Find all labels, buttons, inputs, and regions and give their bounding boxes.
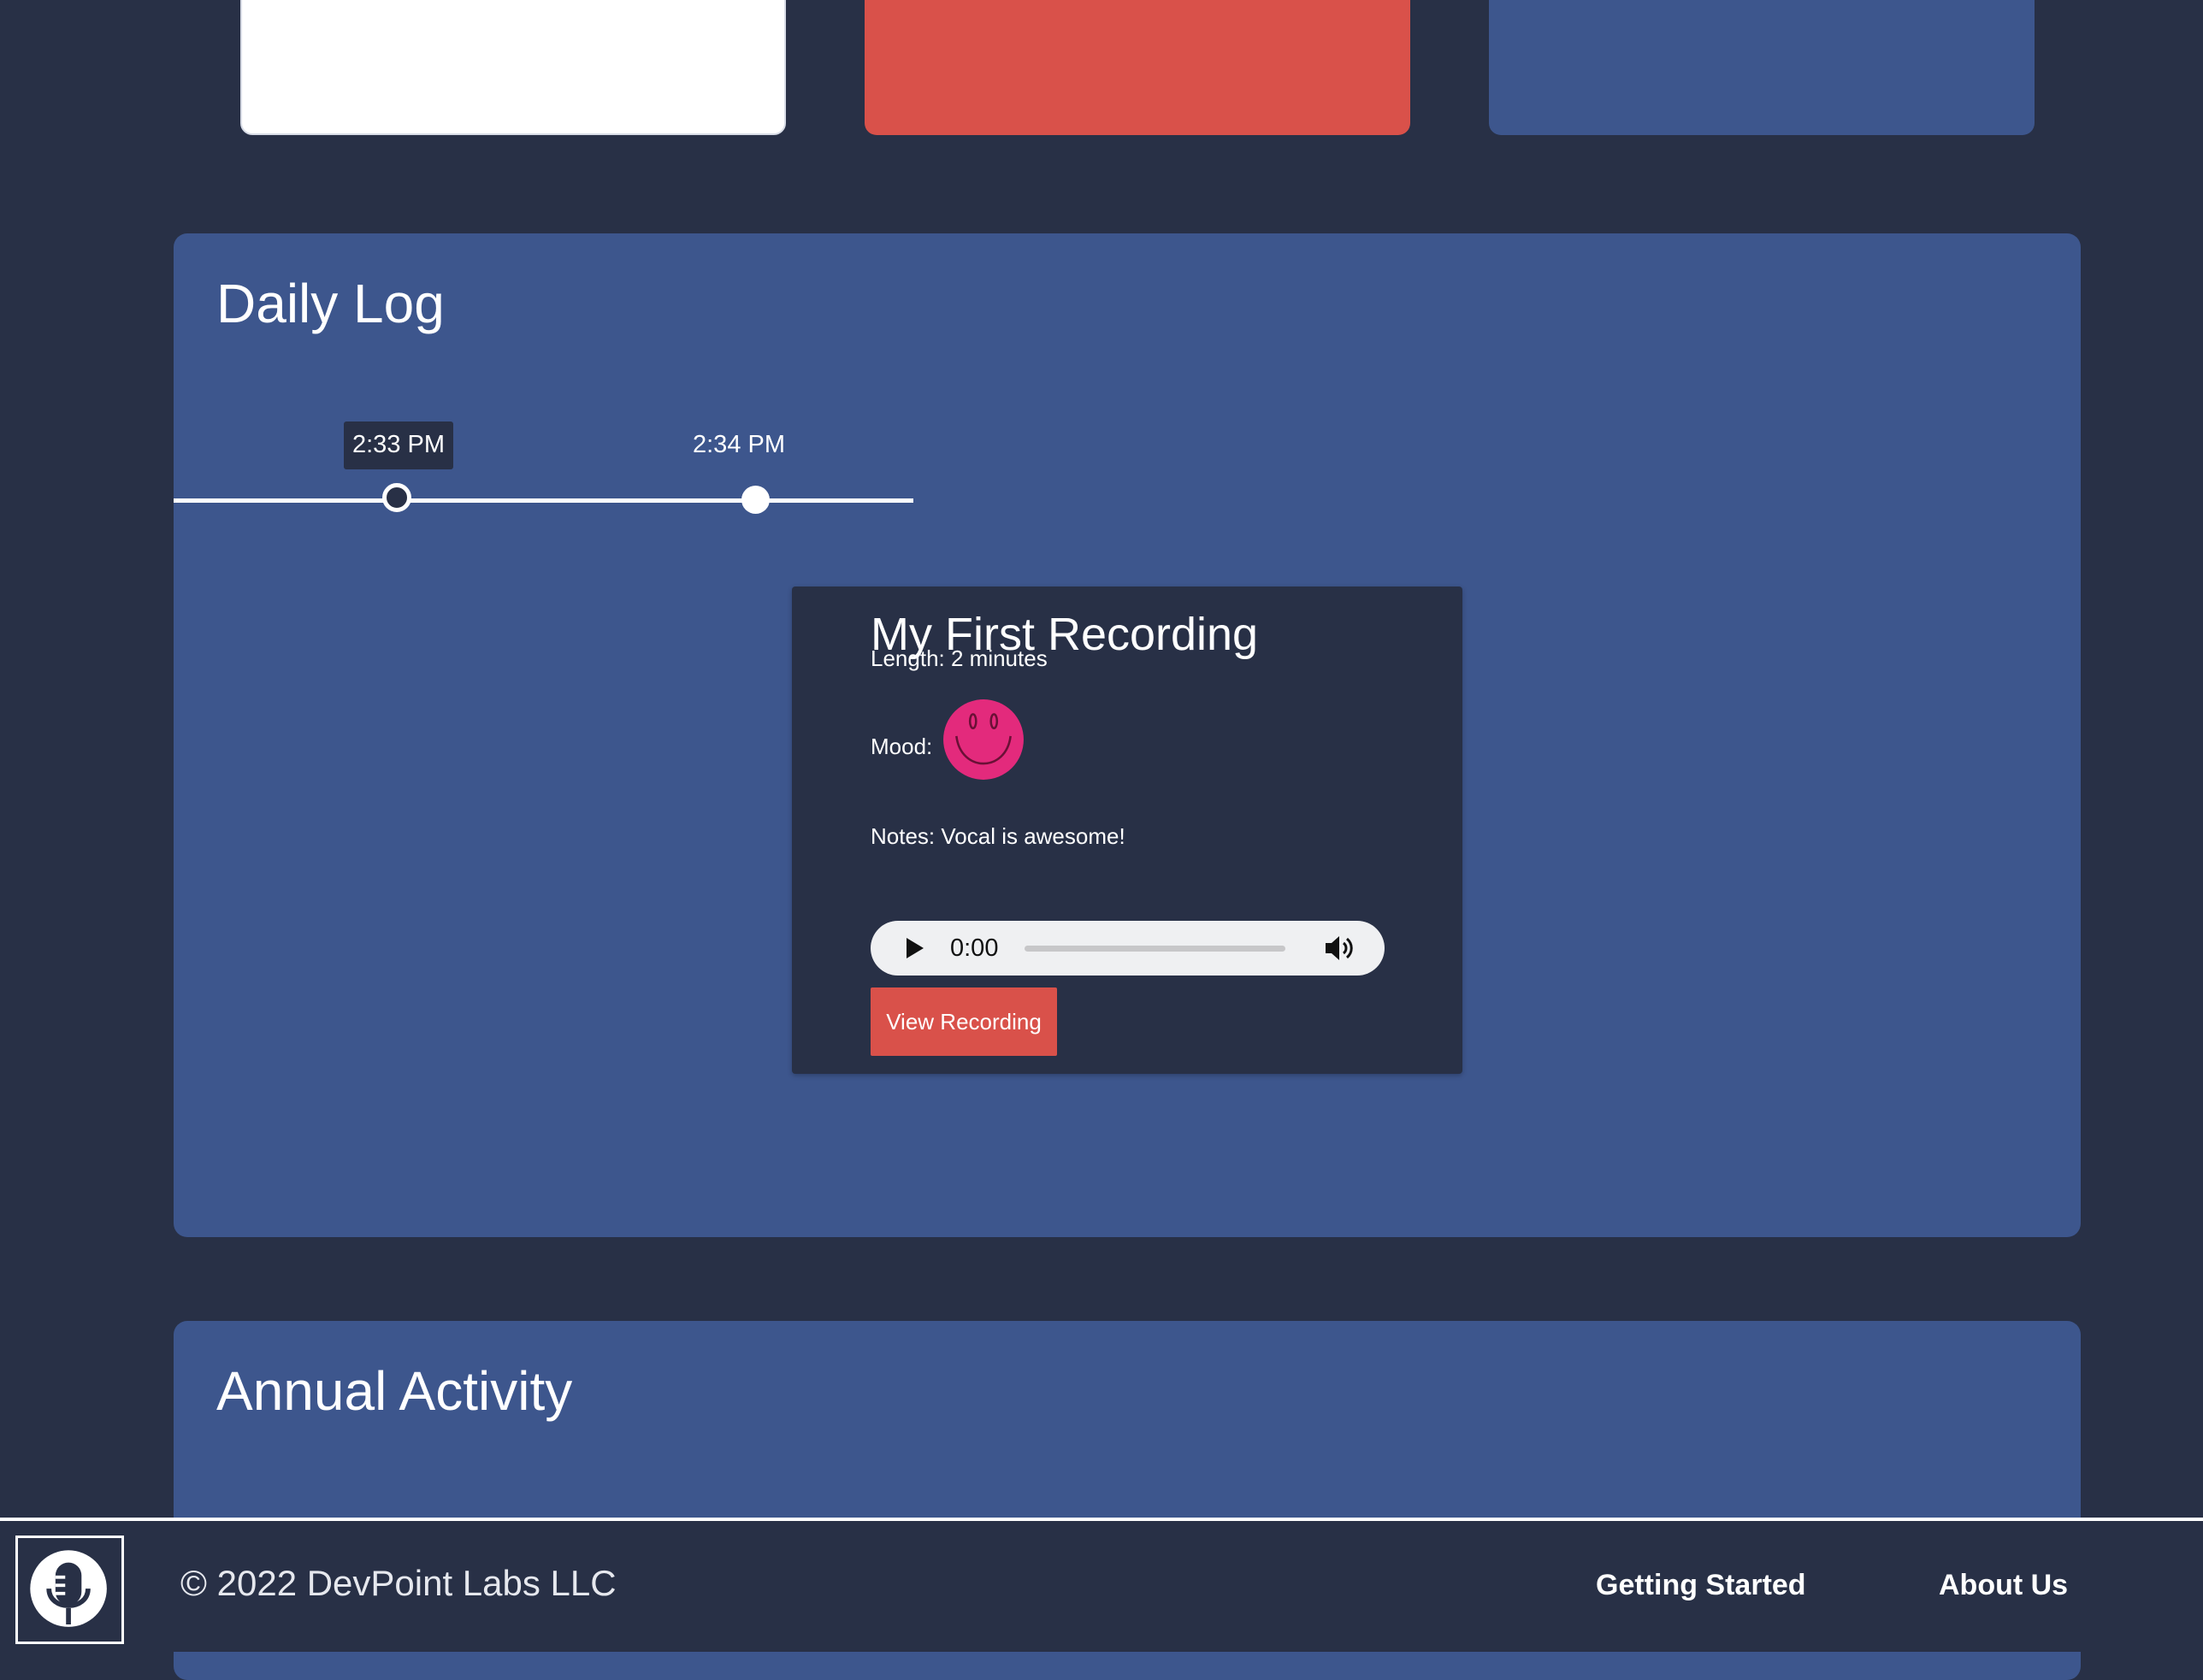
- play-icon[interactable]: [907, 938, 924, 958]
- microphone-icon: [30, 1550, 107, 1627]
- timeline-label[interactable]: 2:34 PM: [693, 433, 785, 457]
- footer-logo[interactable]: [15, 1536, 124, 1644]
- audio-current-time: 0:00: [950, 934, 999, 962]
- timeline-dot[interactable]: [741, 486, 770, 514]
- footer-link-getting-started[interactable]: Getting Started: [1596, 1571, 1806, 1600]
- recording-notes: Notes: Vocal is awesome!: [871, 823, 1125, 849]
- view-recording-button[interactable]: View Recording: [871, 987, 1057, 1056]
- volume-icon[interactable]: [1324, 934, 1355, 963]
- timeline-dot-active[interactable]: [382, 483, 411, 512]
- mood-label: Mood:: [871, 734, 933, 759]
- audio-player[interactable]: 0:00: [871, 921, 1385, 976]
- recording-length-text: Length: 2 minutes: [871, 645, 1048, 671]
- timeline-track: [174, 498, 913, 503]
- audio-progress-bar[interactable]: [1025, 946, 1285, 952]
- footer: © 2022 DevPoint Labs LLC Getting Started…: [0, 1518, 2203, 1652]
- top-card-blue: [1489, 0, 2035, 135]
- top-card-red: [865, 0, 1410, 135]
- smiley-face-icon: [943, 699, 1024, 780]
- timeline-label-active[interactable]: 2:33 PM: [344, 421, 453, 469]
- footer-link-about-us[interactable]: About Us: [1939, 1571, 2068, 1600]
- recording-card: My First Recording Length: 2 minutes Moo…: [792, 587, 1462, 1074]
- daily-log-title: Daily Log: [216, 273, 445, 334]
- top-card-white: [240, 0, 786, 135]
- annual-activity-title: Annual Activity: [216, 1360, 573, 1422]
- daily-log-section: Daily Log 2:33 PM 2:34 PM My First Recor…: [174, 233, 2081, 1237]
- footer-copyright: © 2022 DevPoint Labs LLC: [180, 1563, 617, 1603]
